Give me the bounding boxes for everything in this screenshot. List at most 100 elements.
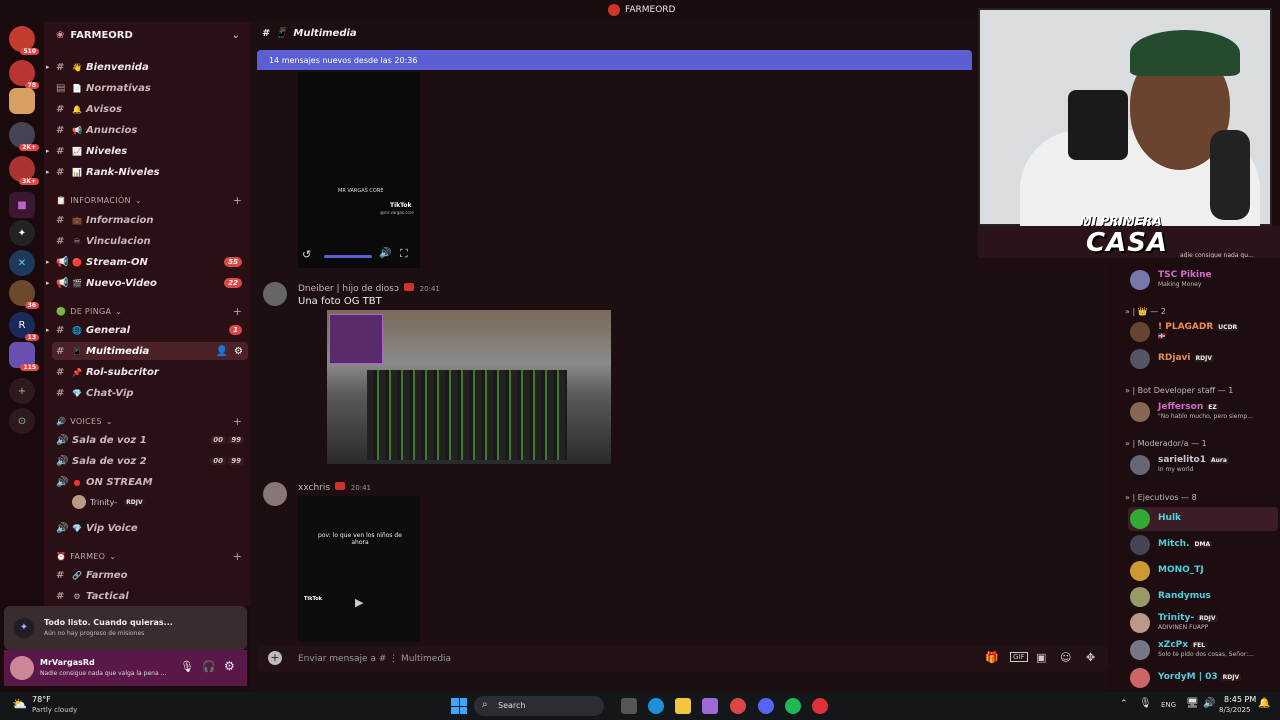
add-channel-icon[interactable]: +: [233, 194, 242, 207]
taskbar-search[interactable]: ⌕ Search: [474, 696, 604, 716]
volume-icon[interactable]: 🔊: [379, 248, 391, 259]
channel-bienvenida[interactable]: ▸ # 👋 Bienvenida: [46, 58, 248, 76]
clock-time[interactable]: 8:45 PM: [1224, 695, 1256, 704]
spotify-icon[interactable]: [785, 698, 801, 714]
server-header[interactable]: ❀ FARMEORD ⌄: [44, 22, 250, 48]
windows-start-icon[interactable]: [451, 698, 467, 714]
category-farmeo[interactable]: ⏰ FARMEO ⌄: [56, 552, 116, 561]
category-voices[interactable]: 🔊 VOICES ⌄: [56, 417, 113, 426]
image-attachment[interactable]: [327, 310, 611, 464]
notification-icon[interactable]: 🔔: [1258, 698, 1270, 709]
server-icon[interactable]: 78: [9, 60, 39, 89]
avatar[interactable]: [10, 656, 34, 680]
channel-rank-niveles[interactable]: ▸ # 📊 Rank-Niveles: [46, 163, 248, 181]
avatar[interactable]: [263, 482, 287, 506]
volume-icon[interactable]: 🔊: [1203, 698, 1215, 709]
message-input[interactable]: Enviar mensaje a # ⋮ Multimedia: [298, 654, 451, 664]
member-item[interactable]: Jefferson EZ "No hablo mucho, pero siemp.…: [1128, 400, 1278, 424]
channel-informacion[interactable]: # 💼 Informacion: [52, 211, 248, 229]
discord-icon[interactable]: [758, 698, 774, 714]
channel-niveles[interactable]: ▸ # 📈 Niveles: [46, 142, 248, 160]
tray-chevron-icon[interactable]: ⌃: [1120, 699, 1128, 709]
add-server-icon[interactable]: +: [9, 378, 35, 404]
headphones-icon[interactable]: 🎧: [202, 660, 216, 673]
member-item[interactable]: MONO_TJ: [1128, 559, 1278, 583]
video-embed[interactable]: MR VARGAS CORE TikTok @mr.vargas.core: [298, 72, 420, 268]
chrome-icon[interactable]: [730, 698, 746, 714]
weather-temp[interactable]: 78°F: [32, 695, 51, 704]
gear-icon[interactable]: ⚙: [224, 659, 235, 673]
emoji-icon[interactable]: ☺: [1060, 651, 1071, 664]
replay-icon[interactable]: ↺: [302, 248, 311, 261]
message-author[interactable]: xxchris: [298, 483, 330, 493]
channel-anuncios[interactable]: # 📢 Anuncios: [52, 121, 248, 139]
avatar[interactable]: [263, 282, 287, 306]
discover-icon[interactable]: ⊙: [9, 408, 35, 434]
fullscreen-icon[interactable]: ⛶: [400, 247, 408, 261]
category-de-pinga[interactable]: 🟢 DE PINGA ⌄: [56, 307, 122, 316]
channel-multimedia[interactable]: # 📱 Multimedia 👤 ⚙: [52, 342, 248, 360]
invite-icon[interactable]: 👤: [216, 346, 228, 357]
member-item[interactable]: sarielito1 Aura In my world: [1128, 453, 1278, 477]
member-item[interactable]: xZcPx FEL Solo te pido dos cosas, Señor:.…: [1128, 638, 1278, 662]
channel-rol-subcritor[interactable]: # 📌 Rol-subcritor: [52, 363, 248, 381]
category-informacion[interactable]: 📋 INFORMACIÓN ⌄: [56, 196, 142, 205]
channel-farmeo[interactable]: # 🔗 Farmeo: [52, 566, 248, 584]
member-item[interactable]: Randymus: [1128, 585, 1278, 609]
play-icon[interactable]: ▶: [355, 596, 363, 609]
voice-user[interactable]: Trinity- RDJV: [72, 495, 145, 509]
member-item[interactable]: RDjavi RDJV: [1128, 347, 1278, 371]
voice-channel-vip[interactable]: 🔊 💎 Vip Voice: [52, 519, 248, 537]
voice-channel-1[interactable]: 🔊 Sala de voz 1 00 99: [52, 431, 248, 449]
file-explorer-icon[interactable]: [675, 698, 691, 714]
edge-icon[interactable]: [648, 698, 664, 714]
add-channel-icon[interactable]: +: [233, 305, 242, 318]
sticker-icon[interactable]: ▣: [1036, 651, 1046, 664]
add-attachment-icon[interactable]: +: [268, 651, 282, 665]
network-icon[interactable]: 🖥: [1186, 698, 1199, 709]
gif-icon[interactable]: GIF: [1010, 652, 1028, 662]
member-item[interactable]: Hulk: [1128, 507, 1278, 531]
server-icon[interactable]: ✦: [9, 220, 35, 246]
member-item[interactable]: Trinity- RDJV ADIVINEN FUAPP: [1128, 611, 1278, 635]
language-indicator[interactable]: ENG: [1161, 701, 1176, 709]
server-icon[interactable]: 3K+: [9, 156, 39, 185]
channel-avisos[interactable]: # 🔔 Avisos: [52, 100, 248, 118]
member-item[interactable]: ! PLAGADR UCDR 🇩🇴: [1128, 320, 1278, 344]
server-icon[interactable]: R 13: [9, 312, 39, 341]
add-channel-icon[interactable]: +: [233, 550, 242, 563]
server-icon[interactable]: ✕: [9, 250, 35, 276]
channel-tactical[interactable]: # ⚙ Tactical: [52, 587, 248, 605]
server-icon[interactable]: 510: [9, 26, 39, 55]
channel-nuevo-video[interactable]: ▸ 📢 🎬 Nuevo-Video 22: [46, 274, 248, 292]
gift-icon[interactable]: 🎁: [985, 651, 999, 664]
microphone-icon[interactable]: 🎙: [180, 660, 194, 673]
task-view-icon[interactable]: [621, 698, 637, 714]
voice-channel-2[interactable]: 🔊 Sala de voz 2 00 99: [52, 452, 248, 470]
message-author[interactable]: Dneiber | hijo de diosↄ: [298, 284, 399, 294]
copilot-icon[interactable]: [702, 698, 718, 714]
channel-stream-on[interactable]: ▸ 📢 🔴 Stream-ON 55: [46, 253, 248, 271]
folder-icon[interactable]: ■: [9, 192, 35, 218]
channel-vinculacion[interactable]: # ♾ Vinculacion: [52, 232, 248, 250]
member-item[interactable]: TSC Pikine Making Money: [1128, 268, 1278, 292]
channel-normativas[interactable]: ▤ 📄 Normativas: [52, 79, 248, 97]
new-messages-banner[interactable]: 14 mensajes nuevos desde las 20:36: [257, 50, 972, 70]
add-channel-icon[interactable]: +: [233, 415, 242, 428]
server-icon[interactable]: 2K+: [9, 122, 39, 151]
apps-icon[interactable]: ✥: [1086, 651, 1095, 664]
member-item[interactable]: YordyM | 03 RDJV: [1128, 666, 1278, 690]
gear-icon[interactable]: ⚙: [234, 346, 243, 357]
channel-chat-vip[interactable]: # 💎 Chat-Vip: [52, 384, 248, 402]
member-item[interactable]: Mitch. DMA: [1128, 533, 1278, 557]
volume-slider[interactable]: [324, 255, 372, 258]
server-icon[interactable]: 36: [9, 280, 39, 309]
obs-icon[interactable]: [812, 698, 828, 714]
server-icon[interactable]: [9, 88, 35, 114]
mic-tray-icon[interactable]: 🎙: [1139, 698, 1152, 709]
quest-panel[interactable]: ✦ Todo listo. Cuando quieras... Aún no h…: [4, 606, 247, 650]
video-embed[interactable]: pov: lo que ven los niños de ahora TikTo…: [298, 496, 420, 642]
folder-icon[interactable]: 115: [9, 342, 39, 371]
voice-channel-on-stream[interactable]: 🔊 ● ON STREAM: [52, 473, 248, 491]
channel-general[interactable]: ▸ # 🌐 General 1: [46, 321, 248, 339]
